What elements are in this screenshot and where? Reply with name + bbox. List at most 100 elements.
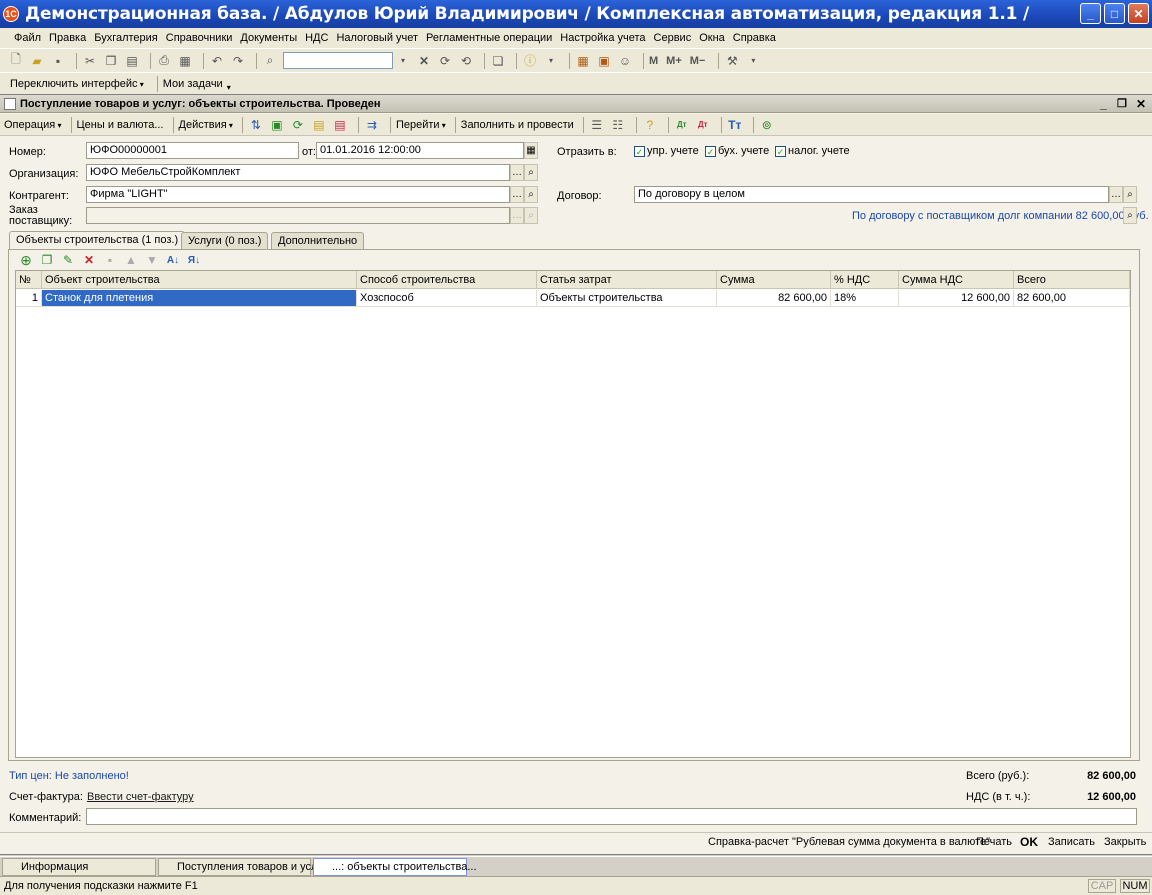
- search-icon[interactable]: ⌕: [262, 53, 278, 69]
- task-receipts-list[interactable]: Поступления товаров и услуг: [158, 858, 327, 876]
- switch-interface-button[interactable]: Переключить интерфейс: [10, 78, 144, 90]
- contractor-select-button[interactable]: …: [510, 186, 524, 203]
- tools-dropdown-icon[interactable]: ▾: [745, 53, 761, 69]
- create-based-icon[interactable]: ▤: [311, 117, 327, 133]
- tasks-dropdown-icon[interactable]: ▾: [227, 83, 231, 92]
- maximize-button[interactable]: □: [1104, 3, 1125, 24]
- column-header[interactable]: Объект строительства: [42, 271, 357, 289]
- close-doc-button[interactable]: Закрыть: [1104, 836, 1146, 848]
- minimize-button[interactable]: _: [1080, 3, 1101, 24]
- order-select-button[interactable]: …: [510, 207, 524, 224]
- menu-documents[interactable]: Документы: [240, 32, 297, 44]
- list-icon[interactable]: ☰: [589, 117, 605, 133]
- doc-minimize-button[interactable]: _: [1100, 97, 1107, 111]
- undo-icon[interactable]: ↶: [209, 53, 225, 69]
- move-down-icon[interactable]: ▼: [144, 252, 160, 268]
- menu-file[interactable]: Файл: [14, 32, 41, 44]
- order-open-icon[interactable]: ⌕: [524, 207, 538, 224]
- edit-row-icon[interactable]: ✎: [60, 252, 76, 268]
- menu-catalogs[interactable]: Справочники: [166, 32, 233, 44]
- dt-kt-icon[interactable]: Дт: [674, 117, 690, 133]
- menu-help[interactable]: Справка: [733, 32, 776, 44]
- contract-select-button[interactable]: …: [1109, 186, 1123, 203]
- tab-additional[interactable]: Дополнительно: [271, 232, 365, 249]
- doc-restore-button[interactable]: ❐: [1117, 97, 1127, 110]
- checkbox-accounting[interactable]: ✓ бух. учете: [705, 145, 769, 157]
- my-tasks-button[interactable]: Мои задачи: [163, 78, 223, 90]
- column-header[interactable]: Способ строительства: [357, 271, 537, 289]
- font-icon[interactable]: Тт: [727, 117, 743, 133]
- menu-vat[interactable]: НДС: [305, 32, 328, 44]
- end-edit-icon[interactable]: ▪: [102, 252, 118, 268]
- table-cell[interactable]: 18%: [831, 290, 899, 307]
- search-dropdown-icon[interactable]: ▾: [395, 53, 411, 69]
- date-field[interactable]: 01.01.2016 12:00:00: [316, 142, 524, 159]
- preview-icon[interactable]: ▦: [177, 53, 193, 69]
- enter-invoice-link[interactable]: Ввести счет-фактуру: [87, 791, 194, 803]
- report-icon[interactable]: ⊚: [759, 117, 775, 133]
- menu-settings[interactable]: Настройка учета: [560, 32, 645, 44]
- goto-menu-button[interactable]: Перейти: [396, 119, 446, 131]
- table-cell[interactable]: Объекты строительства: [537, 290, 717, 307]
- redo-icon[interactable]: ↷: [230, 53, 246, 69]
- menu-service[interactable]: Сервис: [654, 32, 692, 44]
- sort-desc-icon[interactable]: Я↓: [186, 252, 202, 268]
- org-select-button[interactable]: …: [510, 164, 524, 181]
- help-icon[interactable]: ?: [642, 117, 658, 133]
- info-icon[interactable]: ⓘ: [522, 53, 538, 69]
- organization-field[interactable]: ЮФО МебельСтройКомплект: [86, 164, 510, 181]
- calendar-icon[interactable]: ▣: [596, 53, 612, 69]
- doc-close-button[interactable]: ✕: [1136, 97, 1146, 111]
- task-info[interactable]: Информация: [2, 858, 156, 876]
- column-header[interactable]: Сумма: [717, 271, 831, 289]
- number-field[interactable]: ЮФО00000001: [86, 142, 299, 159]
- contractor-open-icon[interactable]: ⌕: [524, 186, 538, 203]
- open-folder-icon[interactable]: ▰: [29, 53, 45, 69]
- prices-currency-button[interactable]: Цены и валюта...: [77, 119, 164, 131]
- actions-menu-button[interactable]: Действия: [179, 119, 233, 131]
- construction-objects-table[interactable]: № Объект строительства Способ строительс…: [15, 270, 1131, 758]
- copy-row-icon[interactable]: ❐: [39, 252, 55, 268]
- more-actions-icon[interactable]: ⇉: [364, 117, 380, 133]
- table-cell[interactable]: 1: [16, 290, 42, 307]
- info-dropdown-icon[interactable]: ▾: [543, 53, 559, 69]
- column-header[interactable]: №: [16, 271, 42, 289]
- copy-icon[interactable]: ❐: [103, 53, 119, 69]
- menu-accounting[interactable]: Бухгалтерия: [94, 32, 158, 44]
- memory-minus-button[interactable]: M−: [690, 55, 706, 67]
- menu-regulated[interactable]: Регламентные операции: [426, 32, 552, 44]
- debt-info-link[interactable]: По договору с поставщиком долг компании …: [852, 210, 1149, 222]
- paste-icon[interactable]: ▤: [124, 53, 140, 69]
- close-button[interactable]: ✕: [1128, 3, 1149, 24]
- table-cell[interactable]: Хозспособ: [357, 290, 537, 307]
- memory-button[interactable]: M: [649, 55, 658, 67]
- find-prev-icon[interactable]: ⟲: [458, 53, 474, 69]
- checklist-icon[interactable]: ☷: [610, 117, 626, 133]
- contractor-field[interactable]: Фирма "LIGHT": [86, 186, 510, 203]
- table-cell[interactable]: 82 600,00: [717, 290, 831, 307]
- fill-and-post-button[interactable]: Заполнить и провести: [461, 119, 574, 131]
- clear-search-icon[interactable]: ✕: [416, 53, 432, 69]
- menu-windows[interactable]: Окна: [699, 32, 725, 44]
- supplier-order-field[interactable]: [86, 207, 510, 224]
- windows-icon[interactable]: ❏: [490, 53, 506, 69]
- save-icon[interactable]: ▪: [50, 53, 66, 69]
- movements-icon[interactable]: ▣: [269, 117, 285, 133]
- add-row-icon[interactable]: ⊕: [18, 252, 34, 268]
- help-calc-button[interactable]: Справка-расчет "Рублевая сумма документа…: [708, 836, 990, 848]
- contract-open-icon[interactable]: ⌕: [1123, 186, 1137, 203]
- table-cell[interactable]: 82 600,00: [1014, 290, 1130, 307]
- operation-menu-button[interactable]: Операция: [4, 119, 62, 131]
- move-up-icon[interactable]: ▲: [123, 252, 139, 268]
- structure-icon[interactable]: ▤: [332, 117, 348, 133]
- search-input[interactable]: [283, 52, 393, 69]
- users-icon[interactable]: ☺: [617, 53, 633, 69]
- table-cell[interactable]: 12 600,00: [899, 290, 1014, 307]
- column-header[interactable]: Сумма НДС: [899, 271, 1014, 289]
- table-cell-selected[interactable]: Станок для плетения: [42, 290, 357, 307]
- post-icon[interactable]: ⇅: [248, 117, 264, 133]
- comment-field[interactable]: [86, 808, 1137, 825]
- menu-edit[interactable]: Правка: [49, 32, 86, 44]
- ok-button[interactable]: OK: [1020, 835, 1038, 849]
- cut-icon[interactable]: ✂: [82, 53, 98, 69]
